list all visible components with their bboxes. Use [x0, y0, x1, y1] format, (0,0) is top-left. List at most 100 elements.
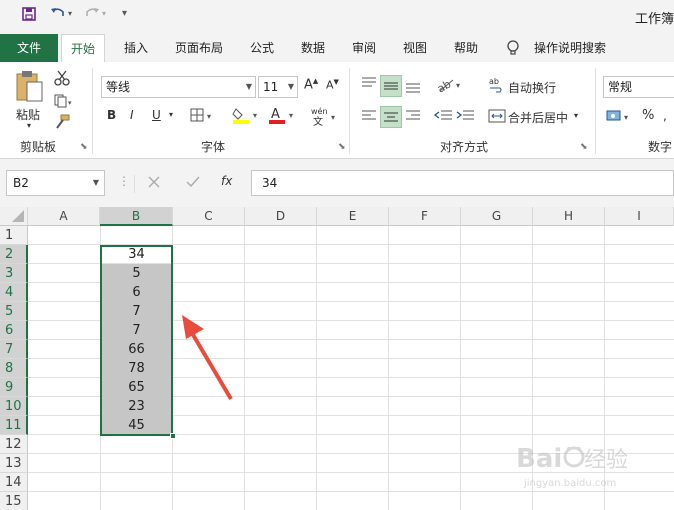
row-header-4[interactable]: 4 — [0, 283, 28, 302]
cell-b9[interactable]: 65 — [101, 378, 172, 397]
row-header-1[interactable]: 1 — [0, 226, 28, 245]
orientation-icon[interactable]: ab ▾ — [435, 76, 464, 97]
font-color-icon[interactable]: A ▾ — [268, 106, 298, 127]
redo-dropdown-icon[interactable]: ▾ — [102, 9, 106, 18]
number-format-combo[interactable]: 常规 — [603, 76, 674, 98]
cut-icon[interactable] — [54, 70, 70, 89]
row-header-2[interactable]: 2 — [0, 245, 28, 264]
format-painter-icon[interactable] — [54, 114, 70, 133]
tab-formulas[interactable]: 公式 — [243, 34, 281, 62]
decrease-indent-icon[interactable] — [433, 108, 454, 127]
merge-center-button[interactable]: 合并后居中 — [508, 109, 568, 126]
paste-icon[interactable] — [14, 70, 44, 107]
column-header-b[interactable]: B — [100, 207, 173, 226]
wrap-text-icon[interactable]: ab — [488, 76, 504, 97]
column-header-g[interactable]: G — [461, 207, 533, 226]
cell-b7[interactable]: 66 — [101, 340, 172, 359]
merge-dropdown-icon[interactable]: ▾ — [574, 111, 578, 120]
undo-dropdown-icon[interactable]: ▾ — [68, 9, 72, 18]
tell-me-search[interactable]: 操作说明搜索 — [530, 34, 610, 62]
svg-text:▾: ▾ — [331, 113, 335, 122]
column-header-h[interactable]: H — [533, 207, 605, 226]
font-name-combo[interactable]: 等线 ▼ — [101, 76, 256, 98]
row-header-12[interactable]: 12 — [0, 435, 28, 454]
column-header-f[interactable]: F — [389, 207, 461, 226]
align-left-icon[interactable] — [360, 108, 378, 127]
row-header-11[interactable]: 11 — [0, 416, 28, 435]
increase-font-size-icon[interactable]: A▲ — [304, 77, 318, 92]
align-middle-icon[interactable] — [380, 75, 402, 97]
fill-handle[interactable] — [170, 433, 176, 439]
align-top-icon[interactable] — [360, 75, 378, 96]
merge-center-icon[interactable] — [488, 108, 506, 127]
cell-b8[interactable]: 78 — [101, 359, 172, 378]
bold-button[interactable]: B — [107, 108, 116, 122]
enter-check-icon[interactable] — [185, 175, 201, 192]
tab-page-layout[interactable]: 页面布局 — [168, 34, 230, 62]
row-header-13[interactable]: 13 — [0, 454, 28, 473]
borders-icon[interactable]: ▾ — [190, 108, 216, 125]
copy-icon[interactable]: ▾ — [54, 94, 74, 111]
cell-b11[interactable]: 45 — [101, 416, 172, 435]
save-icon[interactable] — [22, 7, 36, 25]
decrease-font-size-icon[interactable]: A▼ — [326, 78, 339, 92]
cancel-icon[interactable] — [147, 175, 161, 192]
cell-b10[interactable]: 23 — [101, 397, 172, 416]
row-header-3[interactable]: 3 — [0, 264, 28, 283]
customize-qat-icon[interactable]: ▾ — [122, 8, 127, 19]
column-header-a[interactable]: A — [28, 207, 100, 226]
comma-style-icon[interactable]: , — [662, 108, 674, 127]
font-size-value: 11 — [263, 80, 279, 94]
tab-data[interactable]: 数据 — [294, 34, 332, 62]
redo-icon[interactable] — [84, 5, 100, 25]
select-all-corner[interactable] — [0, 207, 28, 226]
name-box[interactable]: B2 ▼ — [6, 170, 105, 196]
row-header-9[interactable]: 9 — [0, 378, 28, 397]
row-header-7[interactable]: 7 — [0, 340, 28, 359]
align-center-icon[interactable] — [380, 106, 402, 128]
insert-function-icon[interactable]: fx — [221, 174, 232, 188]
cell-b6[interactable]: 7 — [101, 321, 172, 340]
row-header-15[interactable]: 15 — [0, 492, 28, 510]
cell-b5[interactable]: 7 — [101, 302, 172, 321]
increase-indent-icon[interactable] — [456, 108, 476, 127]
cell-b3[interactable]: 5 — [101, 264, 172, 283]
svg-text:Bai: Bai — [516, 444, 562, 474]
fill-color-icon[interactable]: ▾ — [232, 106, 262, 127]
tab-view[interactable]: 视图 — [396, 34, 434, 62]
row-header-8[interactable]: 8 — [0, 359, 28, 378]
undo-icon[interactable] — [50, 5, 66, 25]
phonetic-guide-icon[interactable]: wén 文 ▾ — [310, 106, 340, 129]
column-header-i[interactable]: I — [605, 207, 674, 226]
tab-file[interactable]: 文件 — [0, 34, 58, 62]
wrap-text-button[interactable]: 自动换行 — [508, 79, 556, 96]
tab-help[interactable]: 帮助 — [447, 34, 485, 62]
row-header-5[interactable]: 5 — [0, 302, 28, 321]
paste-dropdown-icon[interactable]: ▾ — [27, 121, 31, 130]
font-size-combo[interactable]: 11 ▼ — [258, 76, 298, 98]
cell-b2[interactable]: 34 — [101, 245, 172, 264]
row-header-14[interactable]: 14 — [0, 473, 28, 492]
percent-style-button[interactable]: % — [642, 108, 654, 123]
clipboard-launcher-icon[interactable]: ⬊ — [80, 142, 88, 152]
align-bottom-icon[interactable] — [404, 75, 422, 98]
cell-b4[interactable]: 6 — [101, 283, 172, 302]
underline-button[interactable]: U — [152, 108, 161, 122]
underline-dropdown-icon[interactable]: ▾ — [169, 110, 173, 119]
tab-home[interactable]: 开始 — [61, 34, 105, 63]
tab-review[interactable]: 审阅 — [345, 34, 383, 62]
formula-input[interactable]: 34 — [251, 170, 674, 196]
tab-insert[interactable]: 插入 — [117, 34, 155, 62]
accounting-format-icon[interactable]: ▾ — [606, 108, 634, 127]
row-header-6[interactable]: 6 — [0, 321, 28, 340]
italic-button[interactable]: I — [130, 108, 134, 122]
column-header-c[interactable]: C — [173, 207, 245, 226]
svg-text:▾: ▾ — [624, 113, 628, 122]
alignment-launcher-icon[interactable]: ⬊ — [580, 142, 588, 152]
font-launcher-icon[interactable]: ⬊ — [338, 142, 346, 152]
align-right-icon[interactable] — [404, 108, 422, 127]
row-header-10[interactable]: 10 — [0, 397, 28, 416]
column-header-e[interactable]: E — [317, 207, 389, 226]
grid-line — [460, 226, 461, 510]
column-header-d[interactable]: D — [245, 207, 317, 226]
